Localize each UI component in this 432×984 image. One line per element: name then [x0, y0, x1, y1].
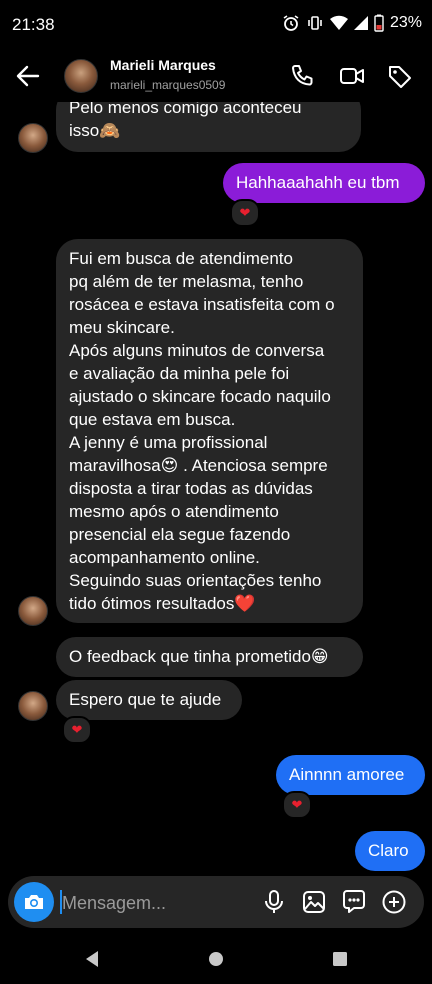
message-line: A jenny é uma profissional	[69, 433, 268, 452]
message-line: meu skincare.	[69, 318, 175, 337]
message-list[interactable]: Pelo menos comigo aconteceu isso🙈 Hahhaa…	[0, 102, 432, 872]
message-text: Espero que te ajude	[69, 690, 222, 709]
message-line: mesmo após o atendimento	[69, 502, 279, 521]
chat-header: Marieli Marques marieli_marques0509	[0, 50, 432, 102]
gallery-icon[interactable]	[301, 889, 327, 915]
outgoing-message[interactable]: Ainnnn amoree	[276, 755, 425, 795]
message-line: isso🙈	[69, 121, 121, 140]
message-line: Seguindo suas orientações tenho	[69, 571, 322, 590]
heart-reaction-icon[interactable]: ❤	[230, 199, 260, 227]
message-text: Claro	[368, 841, 409, 860]
signal-icon	[353, 16, 368, 30]
tag-icon[interactable]	[386, 62, 414, 90]
message-text: Hahhaaahahh eu tbm	[236, 173, 400, 192]
camera-button[interactable]	[14, 882, 54, 922]
incoming-message[interactable]: O feedback que tinha prometido😁	[56, 637, 363, 677]
contact-name[interactable]: Marieli Marques	[110, 57, 216, 73]
incoming-message[interactable]: Pelo menos comigo aconteceu isso🙈	[56, 102, 361, 152]
camera-icon	[25, 895, 43, 909]
outgoing-message[interactable]: Claro	[355, 831, 425, 871]
message-line: disposta a tirar todas as dúvidas	[69, 479, 313, 498]
message-line: que estava em busca.	[69, 410, 236, 429]
battery-icon	[374, 14, 384, 32]
back-arrow-icon[interactable]	[14, 62, 42, 90]
contact-username[interactable]: marieli_marques0509	[110, 78, 225, 92]
status-time: 21:38	[12, 15, 55, 34]
message-line: rosácea e estava insatisfeita com o	[69, 295, 335, 314]
message-text: O feedback que tinha prometido😁	[69, 647, 329, 666]
vibrate-icon	[308, 16, 322, 30]
message-line: presencial ela segue fazendo	[69, 525, 291, 544]
status-bar: 21:38 23%	[0, 0, 432, 50]
avatar[interactable]	[18, 596, 48, 626]
nav-back-icon[interactable]	[84, 950, 100, 968]
message-text: Ainnnn amoree	[289, 765, 405, 784]
system-nav-bar	[0, 934, 432, 984]
nav-home-icon[interactable]	[208, 950, 224, 968]
message-line: pq além de ter melasma, tenho	[69, 272, 304, 291]
incoming-message[interactable]: Fui em busca de atendimento pq além de t…	[56, 239, 363, 623]
avatar[interactable]	[18, 123, 48, 153]
heart-reaction-icon[interactable]: ❤	[62, 716, 92, 744]
message-composer	[8, 876, 424, 928]
wifi-icon	[329, 15, 348, 30]
avatar[interactable]	[18, 691, 48, 721]
message-line: ajustado o skincare focado naquilo	[69, 387, 331, 406]
nav-recents-icon[interactable]	[332, 950, 348, 968]
battery-percent: 23%	[389, 14, 422, 31]
outgoing-message[interactable]: Hahhaaahahh eu tbm	[223, 163, 425, 203]
avatar[interactable]	[64, 59, 98, 93]
video-camera-icon[interactable]	[338, 62, 366, 90]
plus-icon[interactable]	[381, 889, 407, 915]
alarm-icon	[283, 15, 299, 31]
status-icons: 23%	[282, 14, 422, 32]
phone-icon[interactable]	[288, 62, 316, 90]
message-line: tido ótimos resultados❤️	[69, 594, 256, 613]
message-line: e avaliação da minha pele foi	[69, 364, 290, 383]
text-caret	[60, 890, 62, 914]
message-line: Fui em busca de atendimento	[69, 249, 293, 268]
message-line: Pelo menos comigo aconteceu	[69, 102, 302, 117]
incoming-message[interactable]: Espero que te ajude	[56, 680, 242, 720]
sticker-icon[interactable]	[341, 889, 367, 915]
message-line: acompanhamento online.	[69, 548, 260, 567]
message-line: maravilhosa😍 . Atenciosa sempre	[69, 456, 328, 475]
message-input[interactable]	[60, 886, 254, 920]
message-line: Após alguns minutos de conversa	[69, 341, 325, 360]
microphone-icon[interactable]	[261, 889, 287, 915]
heart-reaction-icon[interactable]: ❤	[282, 791, 312, 819]
